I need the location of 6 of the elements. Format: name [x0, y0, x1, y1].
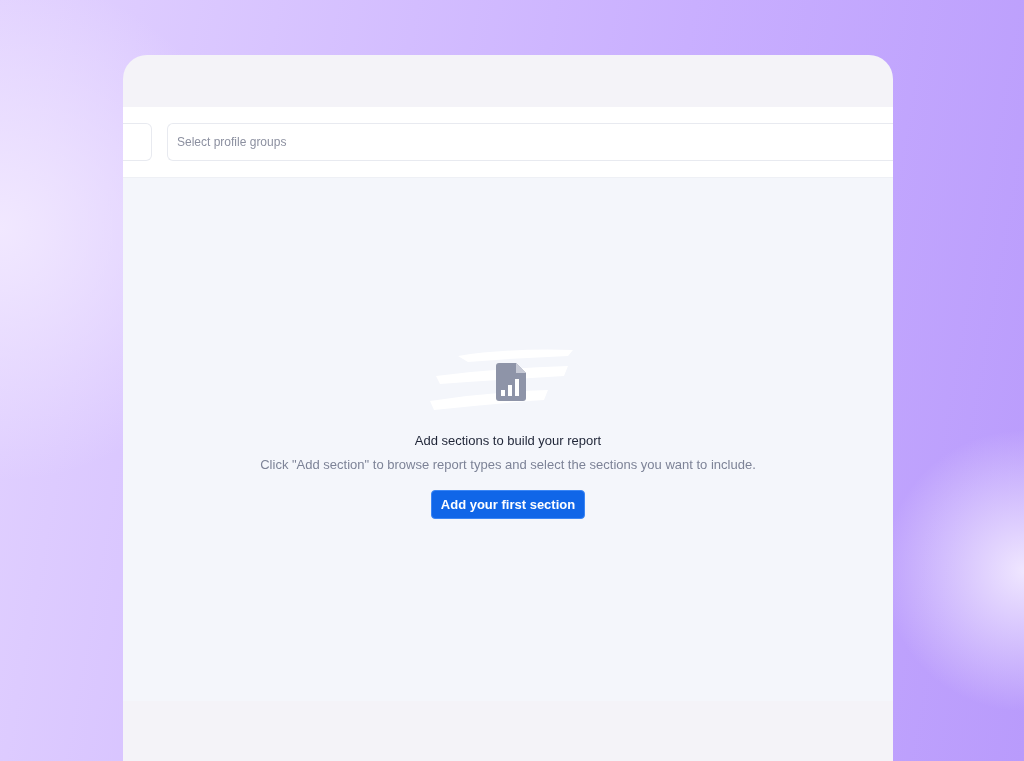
- add-section-button[interactable]: Add your first section: [430, 490, 586, 519]
- profile-groups-select[interactable]: Select profile groups: [167, 123, 893, 161]
- empty-state-title: Add sections to build your report: [414, 433, 602, 448]
- input-field[interactable]: [123, 123, 152, 161]
- empty-state-description: Click "Add section" to browse report types and select the sections you want to include.: [260, 457, 756, 472]
- document-chart-icon: [496, 363, 526, 401]
